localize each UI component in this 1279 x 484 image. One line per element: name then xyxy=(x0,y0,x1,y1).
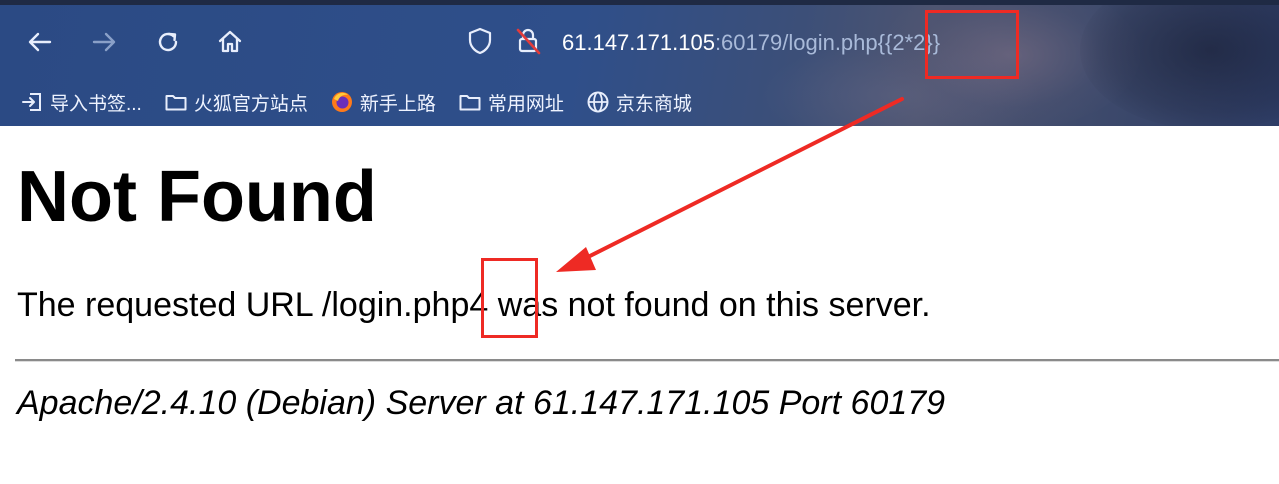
bookmark-label: 常用网址 xyxy=(487,93,564,115)
url-path: :60179/login.php xyxy=(714,30,878,55)
theme-cloud xyxy=(1080,0,1279,126)
insecure-lock-icon[interactable] xyxy=(513,26,543,56)
globe-icon xyxy=(587,91,609,113)
bookmark-folder-common-sites[interactable]: 常用网址 xyxy=(458,89,564,116)
address-bar-url[interactable]: 61.147.171.105:60179/login.php{{2*2}} xyxy=(562,28,940,58)
forward-button[interactable] xyxy=(88,26,120,58)
window-edge xyxy=(0,0,1279,5)
tracking-protection-shield-icon[interactable] xyxy=(465,26,495,56)
bookmark-folder-firefox-sites[interactable]: 火狐官方站点 xyxy=(164,89,308,116)
error-message-text: The requested URL /login.php xyxy=(17,286,470,324)
back-button[interactable] xyxy=(24,26,56,58)
server-signature: Apache/2.4.10 (Debian) Server at 61.147.… xyxy=(17,384,946,422)
import-icon xyxy=(22,93,41,111)
bookmark-label: 京东商城 xyxy=(615,93,692,115)
home-button[interactable] xyxy=(214,26,246,58)
url-host: 61.147.171.105 xyxy=(562,30,715,55)
forward-arrow-icon xyxy=(92,32,116,52)
annotation-box-url-payload xyxy=(925,10,1019,79)
home-icon xyxy=(218,30,242,53)
page-content: Not Found The requested URL /login.php4 … xyxy=(0,126,1279,484)
bookmark-import[interactable]: 导入书签... xyxy=(20,89,142,116)
horizontal-rule xyxy=(15,359,1279,362)
bookmark-label: 导入书签... xyxy=(50,93,142,115)
folder-icon xyxy=(165,95,187,111)
annotation-box-result xyxy=(481,258,538,338)
folder-icon xyxy=(459,95,481,111)
page-title: Not Found xyxy=(17,157,377,237)
bookmarks-toolbar: 导入书签... 火狐官方站点 新手上路 常用网址 京东商城 xyxy=(20,86,714,118)
back-arrow-icon xyxy=(28,32,52,52)
bookmark-label: 火狐官方站点 xyxy=(193,93,308,115)
error-message-tail: was not found on this server. xyxy=(488,286,931,324)
bookmark-jd[interactable]: 京东商城 xyxy=(586,89,692,116)
firefox-icon xyxy=(331,92,352,112)
browser-toolbar: 61.147.171.105:60179/login.php{{2*2}} 导入… xyxy=(0,0,1279,126)
bookmark-getting-started[interactable]: 新手上路 xyxy=(330,89,436,116)
reload-button[interactable] xyxy=(152,26,184,58)
bookmark-label: 新手上路 xyxy=(359,93,436,115)
error-message: The requested URL /login.php4 was not fo… xyxy=(17,286,931,325)
reload-icon xyxy=(158,32,178,52)
